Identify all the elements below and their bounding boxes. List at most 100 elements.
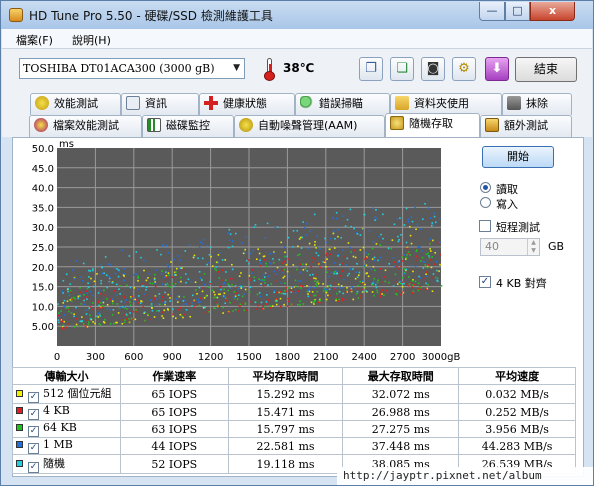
scatter-point [123, 267, 126, 270]
exit-button[interactable]: 結束 [515, 57, 577, 82]
align-4kb-checkbox[interactable]: ✓ [479, 276, 491, 288]
scatter-point [232, 301, 235, 304]
write-radio[interactable] [480, 197, 491, 208]
series-visible-checkbox[interactable]: ✓ [28, 392, 39, 403]
scatter-point [252, 269, 254, 271]
scatter-point [264, 272, 267, 274]
menu-help[interactable]: 說明(H) [72, 32, 111, 48]
tab-random-access[interactable]: 隨機存取 [385, 113, 480, 137]
scatter-point [411, 280, 414, 282]
max-access-cell: 27.275 ms [342, 420, 460, 438]
scatter-point [229, 233, 232, 236]
scatter-point [206, 245, 209, 247]
tab-error-scan[interactable]: 錯誤掃瞄 [295, 93, 390, 115]
scatter-point [161, 315, 163, 317]
scatter-point [180, 276, 182, 279]
scatter-point [267, 284, 269, 286]
scatter-point [175, 298, 178, 300]
benchmark-icon [35, 96, 49, 110]
scatter-point [205, 295, 207, 297]
minimize-button[interactable]: — [479, 2, 505, 21]
spinner-arrows-icon[interactable]: ▲ ▼ [527, 239, 539, 255]
scatter-point [85, 313, 88, 315]
tab-disk-monitor[interactable]: 磁碟監控 [142, 115, 234, 137]
scatter-point [283, 268, 286, 271]
scatter-point [358, 297, 361, 299]
scatter-point [177, 295, 179, 297]
scatter-point [99, 315, 101, 317]
title-bar[interactable]: HD Tune Pro 5.50 - 硬碟/SSD 檢測維護工具 — □ x [1, 1, 593, 29]
tab-folder-usage[interactable]: 資料夾使用 [390, 93, 502, 115]
scatter-point [433, 263, 436, 266]
series-visible-checkbox[interactable]: ✓ [28, 409, 39, 420]
scatter-point [123, 279, 126, 282]
scatter-point [418, 275, 420, 278]
scatter-point [398, 268, 400, 270]
read-radio[interactable] [480, 182, 491, 193]
scatter-point [71, 269, 74, 271]
scatter-point [392, 257, 395, 259]
scatter-point [305, 263, 308, 266]
maximize-button[interactable]: □ [505, 2, 530, 21]
scatter-point [316, 290, 319, 293]
col-avg-access: 平均存取時間 [227, 367, 344, 385]
drive-select[interactable]: TOSHIBA DT01ACA300 (3000 gB) ▼ [19, 58, 245, 79]
start-button[interactable]: 開始 [482, 146, 554, 168]
options-button[interactable]: ⚙ [452, 57, 476, 81]
scatter-point [162, 299, 164, 302]
scatter-point [234, 285, 237, 287]
scatter-point [421, 218, 424, 220]
series-visible-checkbox[interactable]: ✓ [28, 426, 39, 437]
tab-benchmark[interactable]: 效能測試 [30, 93, 121, 115]
scatter-point [257, 304, 259, 307]
tab-erase[interactable]: 抹除 [502, 93, 572, 115]
col-transfer-size: 傳輸大小 [12, 367, 121, 385]
scatter-point [297, 303, 299, 306]
scatter-point [92, 269, 94, 272]
scatter-point [108, 275, 110, 278]
table-row: ✓ 64 KB 63 IOPS 15.797 ms 27.275 ms 3.956 MB/… [12, 420, 576, 438]
short-test-size-input[interactable]: 40 ▲ ▼ [480, 238, 540, 256]
scatter-point [58, 312, 60, 314]
scatter-point [248, 291, 251, 293]
scatter-point [87, 323, 90, 325]
scatter-point [259, 295, 262, 298]
scatter-point [79, 320, 82, 323]
tab-health[interactable]: 健康狀態 [199, 93, 295, 115]
tab-aam[interactable]: 自動噪聲管理(AAM) [234, 115, 385, 137]
scatter-point [172, 308, 174, 311]
close-button[interactable]: x [530, 2, 575, 21]
screenshot-button[interactable]: ◙ [421, 57, 445, 81]
scatter-point [164, 283, 167, 286]
scatter-point [283, 275, 286, 278]
random-access-icon [390, 116, 404, 130]
tab-extra-tests[interactable]: 額外測試 [480, 115, 572, 137]
tab-info[interactable]: 資訊 [121, 93, 199, 115]
scatter-point [132, 273, 135, 276]
scatter-point [307, 293, 309, 295]
scatter-point [222, 295, 225, 297]
tab-file-benchmark[interactable]: 檔案效能測試 [29, 115, 142, 137]
scatter-point [98, 304, 100, 307]
scatter-point [276, 269, 279, 272]
scatter-point [356, 290, 359, 293]
copy-screen-button[interactable]: ❏ [390, 57, 414, 81]
scatter-point [185, 303, 188, 305]
save-button[interactable]: ⬇ [485, 57, 509, 81]
menu-file[interactable]: 檔案(F) [16, 32, 53, 48]
short-test-checkbox[interactable] [479, 220, 491, 232]
scatter-point [143, 260, 145, 262]
tab-label: 資訊 [145, 97, 167, 110]
scatter-point [280, 282, 283, 284]
copy-button[interactable]: ❐ [359, 57, 383, 81]
scatter-point [126, 284, 128, 287]
monitor-chart-icon [147, 118, 161, 132]
scatter-point [353, 227, 355, 230]
series-visible-checkbox[interactable]: ✓ [28, 443, 39, 454]
scatter-point [208, 284, 211, 286]
scatter-point [139, 302, 142, 304]
scatter-point [123, 314, 125, 316]
scatter-point [218, 252, 221, 254]
series-visible-checkbox[interactable]: ✓ [28, 462, 39, 473]
scatter-point [422, 267, 425, 269]
